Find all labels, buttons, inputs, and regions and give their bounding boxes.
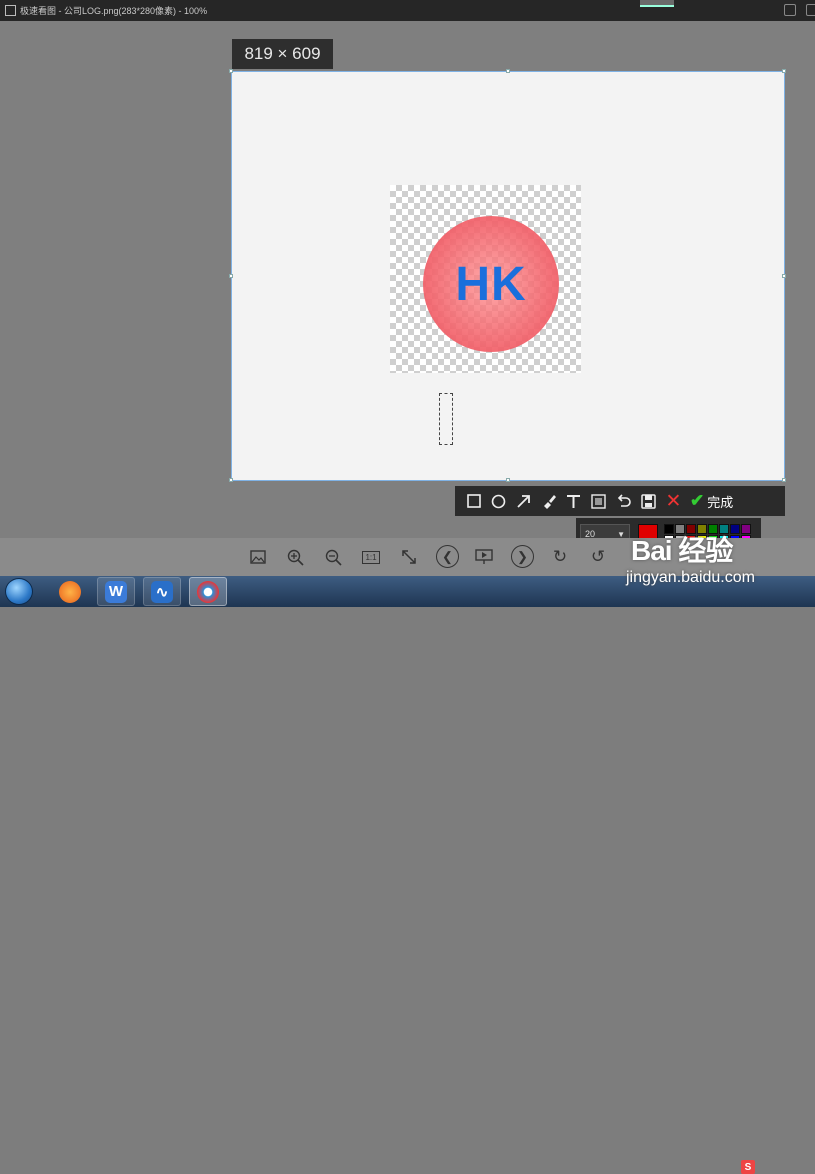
app-icon: ∿: [151, 580, 173, 603]
undo-icon[interactable]: [611, 489, 636, 513]
color-swatch[interactable]: [719, 523, 729, 534]
taskbar-app[interactable]: ∿: [143, 577, 181, 606]
windows-taskbar: W ∿ S: [0, 576, 815, 1174]
ellipse-icon[interactable]: [486, 489, 511, 513]
selection-size-label: 819 × 609: [232, 39, 333, 69]
mosaic-icon[interactable]: [586, 489, 611, 513]
color-swatch[interactable]: [686, 523, 696, 534]
done-button[interactable]: ✔ 完成: [690, 491, 733, 511]
taskbar-viewer[interactable]: [189, 577, 227, 606]
fit-icon[interactable]: [399, 547, 419, 567]
title-bar: 极速看图 - 公司LOG.png(283*280像素) - 100%: [0, 0, 815, 21]
annotation-toolbar: ✕ ✔ 完成: [455, 486, 785, 516]
window-tab-indicator[interactable]: [640, 0, 674, 7]
zoom-in-icon[interactable]: [285, 547, 305, 567]
menu-icon[interactable]: [784, 4, 796, 16]
resize-handle-sw[interactable]: [229, 478, 233, 482]
rotate-right-icon[interactable]: ↻: [550, 547, 570, 567]
image-icon[interactable]: [248, 547, 268, 567]
resize-handle-ne[interactable]: [782, 69, 786, 73]
text-icon[interactable]: [561, 489, 586, 513]
done-label: 完成: [707, 494, 734, 510]
color-swatch[interactable]: [664, 523, 674, 534]
resize-handle-nw[interactable]: [229, 69, 233, 73]
rotate-left-icon[interactable]: ↺: [588, 547, 608, 567]
prev-icon[interactable]: ❮: [436, 545, 459, 568]
start-button[interactable]: [5, 578, 33, 605]
resize-handle-w[interactable]: [229, 274, 233, 278]
next-icon[interactable]: ❯: [511, 545, 534, 568]
rectangle-icon[interactable]: [461, 489, 486, 513]
transparent-image-canvas: HK: [390, 185, 581, 373]
ime-icon[interactable]: S: [741, 1160, 755, 1174]
slideshow-icon[interactable]: [474, 547, 494, 567]
capture-selection[interactable]: HK: [229, 69, 786, 482]
settings-icon[interactable]: [806, 4, 815, 16]
check-icon: ✔: [690, 491, 705, 510]
firefox-icon: [59, 580, 81, 603]
taskbar-wps[interactable]: W: [97, 577, 135, 606]
taskbar-firefox[interactable]: [51, 577, 89, 606]
actual-size-icon[interactable]: 1:1: [361, 547, 381, 567]
wps-icon: W: [105, 580, 127, 603]
viewer-toolbar: 1:1 ❮ ❯ ↻ ↺: [0, 538, 815, 576]
logo-circle: HK: [423, 216, 559, 352]
color-swatch[interactable]: [730, 523, 740, 534]
window-title: 极速看图 - 公司LOG.png(283*280像素) - 100%: [20, 6, 208, 16]
text-input-box[interactable]: [439, 393, 453, 445]
actual-size-label: 1:1: [362, 550, 380, 564]
viewer-icon: [197, 580, 219, 603]
logo-text: HK: [455, 257, 527, 311]
resize-handle-e[interactable]: [782, 274, 786, 278]
app-logo-icon: [5, 5, 16, 16]
save-icon[interactable]: [636, 489, 661, 513]
color-swatch[interactable]: [741, 523, 751, 534]
resize-handle-se[interactable]: [782, 478, 786, 482]
color-swatch[interactable]: [697, 523, 707, 534]
color-swatch[interactable]: [675, 523, 685, 534]
resize-handle-n[interactable]: [506, 69, 510, 73]
arrow-icon[interactable]: [511, 489, 536, 513]
resize-handle-s[interactable]: [506, 478, 510, 482]
zoom-out-icon[interactable]: [323, 547, 343, 567]
color-swatch[interactable]: [708, 523, 718, 534]
brush-icon[interactable]: [536, 489, 561, 513]
close-icon[interactable]: ✕: [661, 489, 686, 513]
